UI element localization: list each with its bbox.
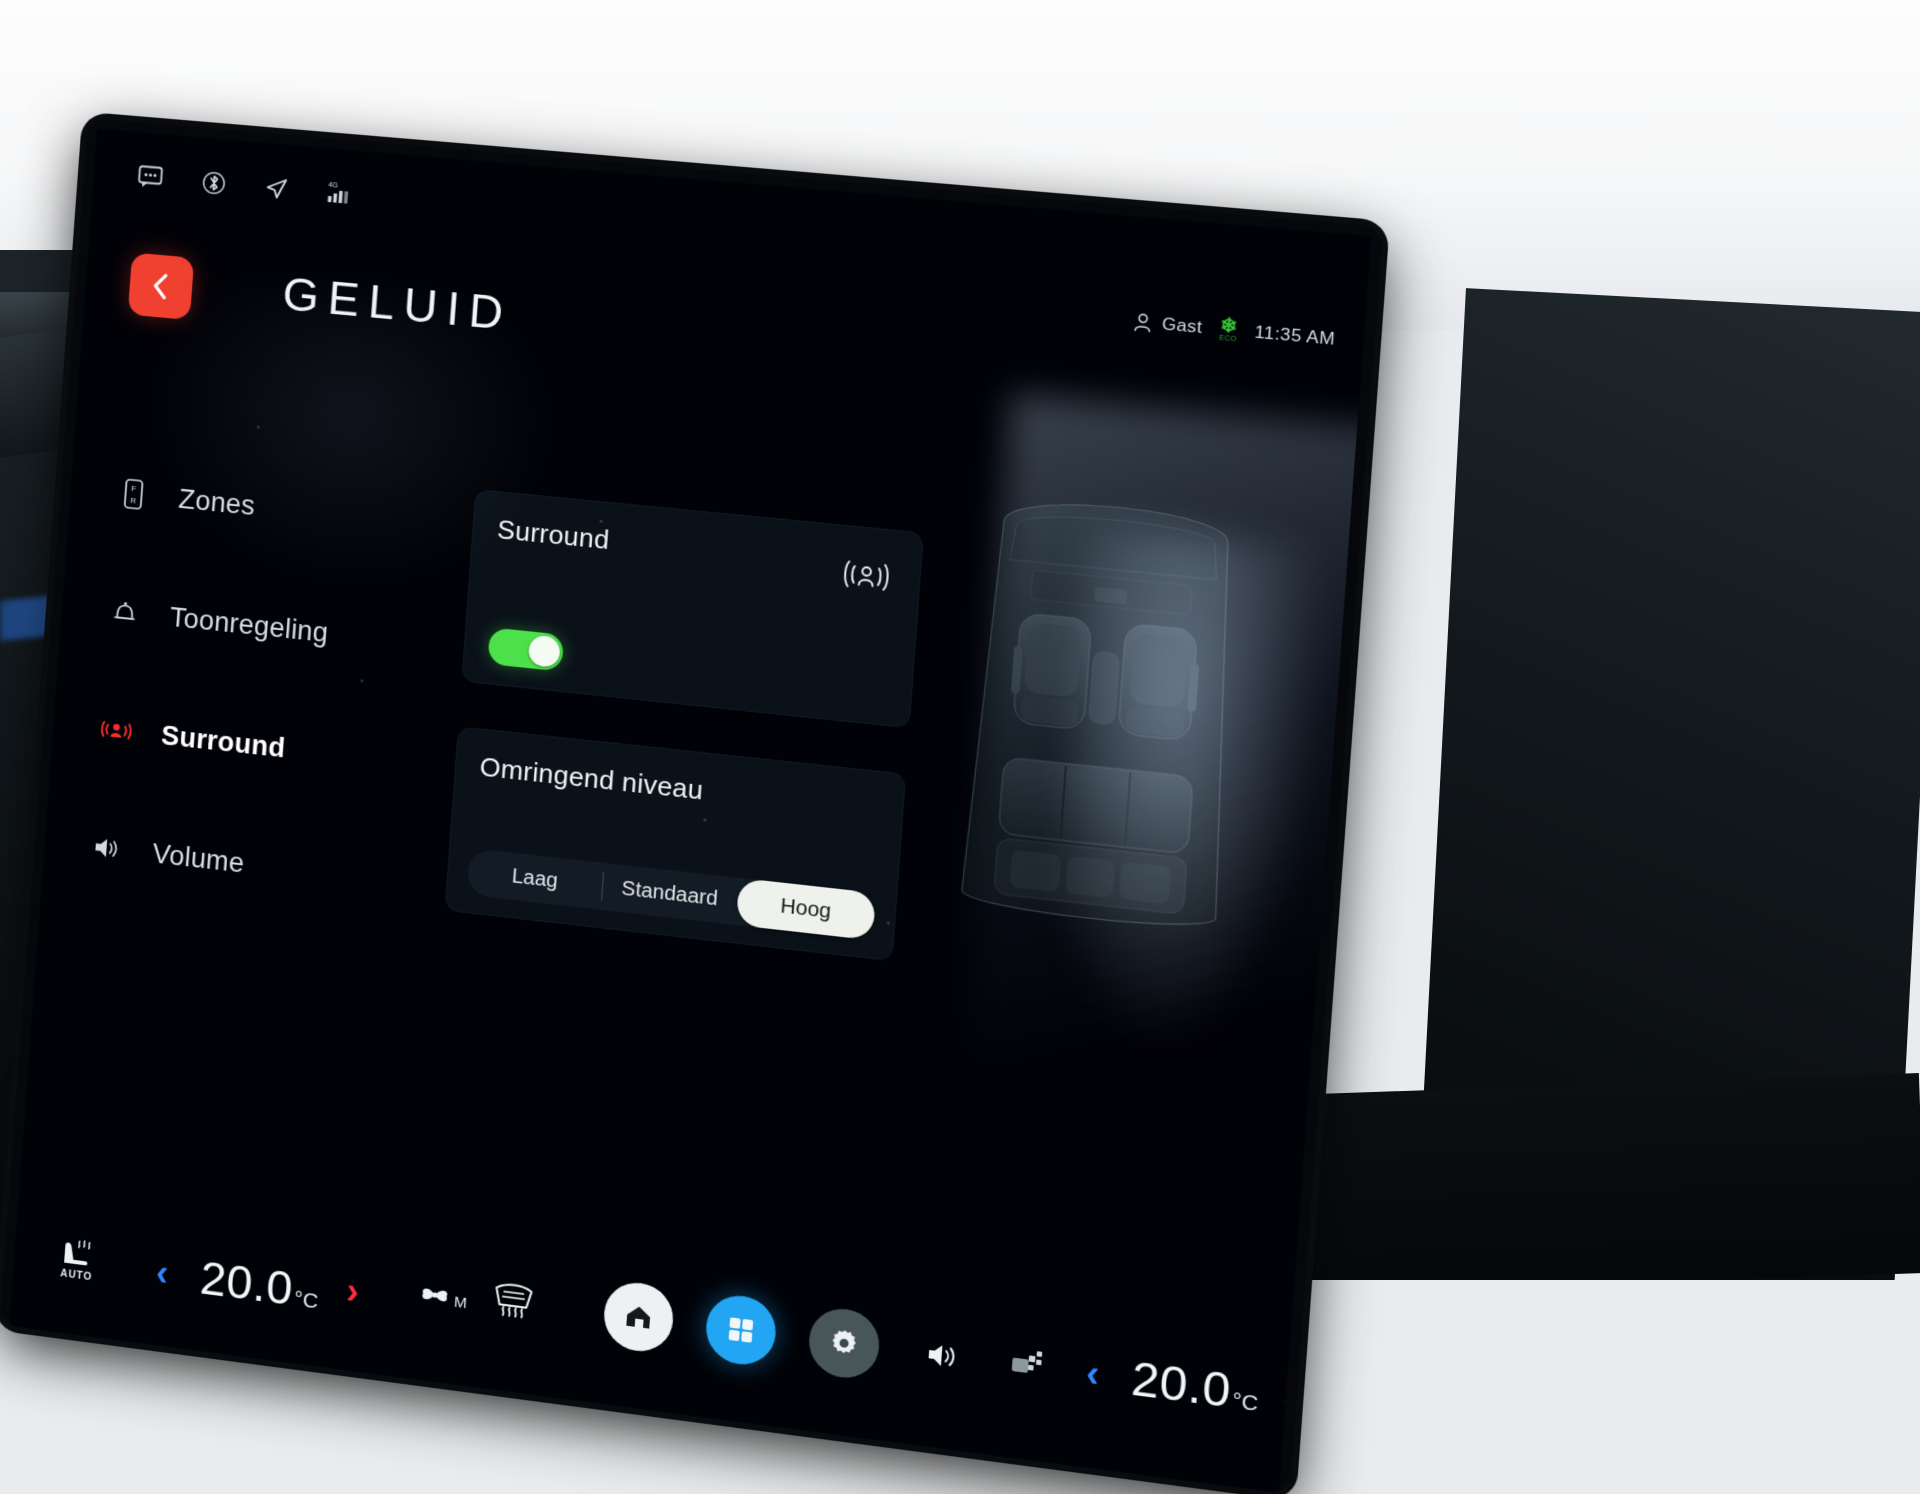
- right-seat-button[interactable]: [1338, 1378, 1372, 1414]
- settings-cards: Surround Omringend niveau Laag Standaard…: [444, 489, 924, 962]
- surround-level-card: Omringend niveau Laag Standaard Hoog: [444, 726, 907, 962]
- signal-4g-icon[interactable]: 4G: [325, 179, 356, 215]
- fader-icon: FR: [115, 477, 151, 512]
- chevron-left-icon: [147, 270, 175, 302]
- right-temperature-value: 20.0 °C: [1130, 1350, 1261, 1423]
- gear-icon: [831, 1328, 857, 1355]
- level-option-standaard[interactable]: Standaard: [600, 863, 739, 925]
- chevron-right-icon: ›: [1282, 1370, 1299, 1415]
- left-temp-unit: °C: [293, 1287, 319, 1314]
- settings-button[interactable]: [806, 1304, 882, 1382]
- right-temp-increase-button[interactable]: ›: [1282, 1370, 1299, 1415]
- right-temp-unit: °C: [1231, 1388, 1259, 1417]
- sidebar-item-volume[interactable]: Volume: [88, 816, 395, 910]
- display-screen: 4G Gast ❄ ECO 11:35 AM GELUID F R Zones …: [9, 128, 1372, 1493]
- rear-defrost-button[interactable]: [1006, 1344, 1047, 1382]
- right-temp-decrease-button[interactable]: ‹: [1084, 1351, 1101, 1396]
- speaker-icon: [90, 833, 126, 863]
- surround-card: Surround: [461, 489, 924, 729]
- left-temperature-value: 20.0 °C: [198, 1250, 320, 1320]
- left-temp-decrease-button[interactable]: ‹: [154, 1251, 170, 1295]
- rear-defrost-icon: [1011, 1351, 1043, 1374]
- home-button[interactable]: [601, 1278, 676, 1356]
- chevron-left-icon: ‹: [154, 1251, 170, 1295]
- page-title: GELUID: [280, 267, 515, 341]
- sidebar-item-label: Volume: [151, 837, 246, 879]
- surround-level-title: Omringend niveau: [478, 751, 705, 806]
- toggle-knob: [527, 634, 561, 669]
- sidebar-item-label: Surround: [160, 719, 287, 763]
- bell-icon: [107, 595, 143, 629]
- sidebar-item-surround[interactable]: Surround: [97, 698, 404, 791]
- svg-text:F: F: [131, 484, 137, 494]
- fan-speed-button[interactable]: M: [415, 1275, 468, 1316]
- vehicle-interior-topdown: [951, 476, 1255, 950]
- right-temp-number: 20.0: [1129, 1350, 1233, 1418]
- sidebar-item-zones[interactable]: FR Zones: [114, 463, 421, 553]
- surround-icon: [98, 714, 134, 746]
- surround-level-segmented-control: Laag Standaard Hoog: [466, 848, 877, 941]
- chevron-left-icon: ‹: [1084, 1351, 1101, 1396]
- navigation-icon[interactable]: [261, 173, 292, 209]
- left-temp-number: 20.0: [198, 1250, 295, 1316]
- fan-mode-label: M: [453, 1293, 468, 1313]
- seat-icon: [1347, 1383, 1372, 1410]
- bluetooth-icon[interactable]: [201, 169, 227, 202]
- settings-sidebar: FR Zones Toonregeling Surround Volume: [84, 463, 421, 970]
- status-bar-left-icons: 4G: [136, 162, 356, 214]
- fan-icon: [422, 1288, 448, 1302]
- windshield-defrost-icon: [489, 1279, 537, 1323]
- apps-button[interactable]: [703, 1291, 779, 1369]
- level-option-hoog[interactable]: Hoog: [735, 877, 877, 941]
- message-icon[interactable]: [137, 164, 167, 195]
- apps-grid-icon: [728, 1317, 754, 1343]
- infotainment-display: 4G Gast ❄ ECO 11:35 AM GELUID F R Zones …: [0, 118, 1383, 1494]
- display-bezel: 4G Gast ❄ ECO 11:35 AM GELUID F R Zones …: [0, 118, 1383, 1494]
- volume-icon: [928, 1343, 966, 1374]
- sidebar-item-toonregeling[interactable]: Toonregeling: [106, 580, 413, 672]
- bottom-control-bar: AUTO ‹ 20.0 °C › M ‹ 20.0 °C ›: [11, 1119, 1372, 1475]
- segment-divider: [601, 872, 605, 901]
- volume-button[interactable]: [925, 1338, 966, 1374]
- sidebar-item-label: Zones: [177, 483, 257, 521]
- heated-seat-auto-button[interactable]: AUTO: [57, 1236, 98, 1284]
- left-temp-increase-button[interactable]: ›: [345, 1269, 361, 1313]
- segment-label: Laag: [511, 864, 559, 893]
- surround-toggle[interactable]: [487, 627, 565, 672]
- heated-seat-auto-icon: [64, 1236, 98, 1266]
- level-option-laag[interactable]: Laag: [466, 848, 603, 910]
- surround-card-title: Surround: [496, 513, 611, 556]
- windshield-defrost-button[interactable]: [489, 1279, 537, 1323]
- segment-label: Hoog: [779, 894, 832, 923]
- sidebar-item-label: Toonregeling: [168, 601, 330, 648]
- home-icon: [626, 1305, 651, 1329]
- chevron-right-icon: ›: [345, 1269, 361, 1313]
- dust-speck: [256, 425, 260, 429]
- segment-label: Standaard: [620, 876, 719, 910]
- svg-text:4G: 4G: [328, 182, 338, 190]
- surround-person-icon: [838, 556, 894, 601]
- svg-text:R: R: [130, 496, 137, 506]
- back-button[interactable]: [127, 252, 195, 321]
- heated-seat-auto-label: AUTO: [59, 1268, 93, 1284]
